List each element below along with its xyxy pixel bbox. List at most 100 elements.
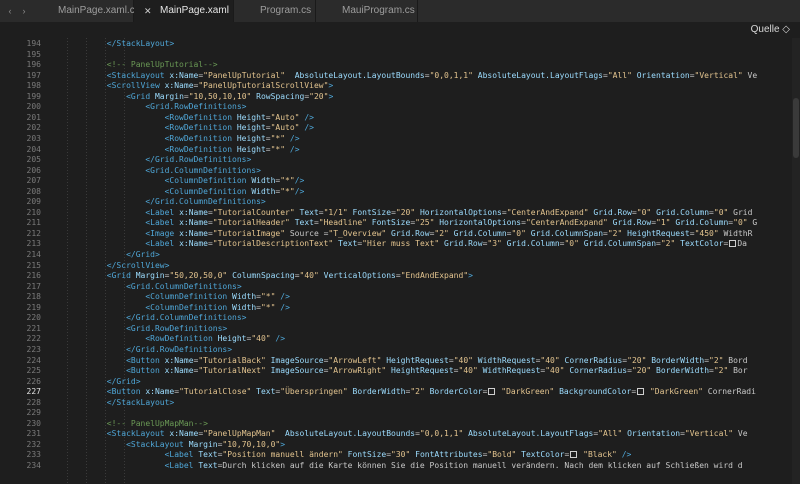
line-number: 232: [26, 439, 41, 449]
code-line[interactable]: <RowDefinition Height="Auto" />: [49, 123, 314, 134]
code-line[interactable]: <StackLayout x:Name="PanelUpMapMan" Abso…: [49, 429, 748, 440]
code-line[interactable]: <StackLayout Margin="10,70,10,0">: [49, 440, 285, 451]
line-number: 225: [26, 366, 41, 376]
code-line[interactable]: <Button x:Name="TutorialClose" Text="Übe…: [49, 387, 756, 398]
code-line[interactable]: <ColumnDefinition Width="*" />: [49, 292, 290, 303]
code-line[interactable]: <Grid Margin="50,20,50,0" ColumnSpacing=…: [49, 271, 473, 282]
chevron-left-icon[interactable]: ‹: [4, 0, 16, 22]
code-line[interactable]: <Grid Margin="10,50,10,10" RowSpacing="2…: [49, 92, 333, 103]
line-number: 208: [26, 186, 41, 196]
editor-tab-bar: ‹ › MainPage.xaml.cs ✕ MainPage.xaml Pro…: [0, 0, 800, 23]
code-line[interactable]: <!-- PanelUpMapMan-->: [49, 419, 208, 430]
code-line[interactable]: <Label x:Name="TutorialHeader" Text="Hea…: [49, 218, 757, 229]
code-line[interactable]: <RowDefinition Height="*" />: [49, 134, 300, 145]
line-number: 199: [26, 91, 41, 101]
code-line[interactable]: </Grid>: [49, 377, 141, 388]
line-number-gutter: 194 195 196 197 198 199 200 201 202 203 204 205 206 2…: [0, 38, 41, 484]
tab-label: MainPage.xaml.cs: [58, 5, 140, 16]
line-number: 220: [26, 313, 41, 323]
color-swatch: [488, 388, 496, 396]
line-number: 200: [26, 102, 41, 112]
line-number: 206: [26, 165, 41, 175]
tab-mainpage-xaml[interactable]: ✕ MainPage.xaml: [134, 0, 234, 22]
line-number: 219: [26, 302, 41, 312]
line-number: 194: [26, 39, 41, 48]
code-editor[interactable]: 194 195 196 197 198 199 200 201 202 203 204 205 206 2…: [0, 38, 800, 484]
line-number: 217: [26, 281, 41, 291]
tab-program-cs[interactable]: Program.cs: [234, 0, 316, 22]
code-line[interactable]: <Label Text="Position manuell ändern" Fo…: [49, 450, 632, 461]
line-number: 230: [26, 418, 41, 428]
code-line[interactable]: </Grid.ColumnDefinitions>: [49, 197, 265, 208]
close-icon[interactable]: ✕: [144, 0, 152, 22]
code-line[interactable]: <Grid.RowDefinitions>: [49, 102, 246, 113]
code-line[interactable]: <Button x:Name="TutorialBack" ImageSourc…: [49, 356, 748, 367]
line-number: 212: [26, 228, 41, 238]
color-swatch: [570, 451, 578, 459]
code-line[interactable]: <RowDefinition Height="*" />: [49, 145, 300, 156]
source-dropdown[interactable]: Quelle ◇: [751, 24, 790, 35]
line-number: 221: [26, 323, 41, 333]
code-line[interactable]: </ScrollView>: [49, 261, 170, 272]
line-number: 227: [26, 387, 41, 397]
line-number: 228: [26, 397, 41, 407]
code-line[interactable]: </Grid.RowDefinitions>: [49, 345, 232, 356]
line-number: 201: [26, 112, 41, 122]
code-line[interactable]: <Grid.ColumnDefinitions>: [49, 166, 261, 177]
line-number: 207: [26, 176, 41, 186]
code-line[interactable]: <Image x:Name="TutorialImage" Source ="T…: [49, 229, 752, 240]
scrollbar-thumb[interactable]: [793, 98, 799, 158]
code-line[interactable]: </StackLayout>: [49, 398, 174, 409]
code-line[interactable]: </Grid.RowDefinitions>: [49, 155, 251, 166]
tab-mauiprogram-cs[interactable]: MauiProgram.cs: [316, 0, 418, 22]
line-number: 233: [26, 450, 41, 460]
line-number: 213: [26, 239, 41, 249]
color-swatch: [637, 388, 645, 396]
code-line[interactable]: </Grid.ColumnDefinitions>: [49, 313, 246, 324]
code-line[interactable]: <Grid.ColumnDefinitions>: [49, 282, 242, 293]
code-line[interactable]: <RowDefinition Height="Auto" />: [49, 113, 314, 124]
code-line[interactable]: <Label x:Name="TutorialDescriptionText" …: [49, 239, 747, 250]
line-number: 224: [26, 355, 41, 365]
line-number: 196: [26, 60, 41, 70]
line-number: 214: [26, 250, 41, 259]
tab-label: MainPage.xaml: [160, 5, 229, 16]
line-number: 216: [26, 271, 41, 281]
code-line[interactable]: <ColumnDefinition Width="*"/>: [49, 187, 305, 198]
code-line[interactable]: <ColumnDefinition Width="*" />: [49, 303, 290, 314]
chevron-right-icon[interactable]: ›: [18, 0, 30, 22]
line-number: 215: [26, 260, 41, 270]
line-number: 210: [26, 207, 41, 217]
line-number: 231: [26, 429, 41, 439]
line-number: 222: [26, 334, 41, 344]
code-line[interactable]: <ScrollView x:Name="PanelUpTutorialScrol…: [49, 81, 333, 92]
line-number: 211: [26, 218, 41, 228]
code-line[interactable]: <Label x:Name="TutorialCounter" Text="1/…: [49, 208, 752, 219]
line-number: 209: [26, 197, 41, 207]
color-swatch: [729, 240, 737, 248]
path-bar: Quelle ◇: [0, 22, 800, 38]
tab-label: Program.cs: [260, 5, 312, 16]
line-number: 218: [26, 292, 41, 302]
code-line[interactable]: <!-- PanelUpTutorial-->: [49, 60, 218, 71]
line-number: 234: [26, 461, 41, 470]
tab-label: MauiProgram.cs: [342, 5, 415, 16]
code-line[interactable]: </Grid>: [49, 250, 160, 261]
line-number: 229: [26, 408, 41, 418]
code-line[interactable]: <Label Text=Durch klicken auf die Karte …: [49, 461, 743, 472]
code-line[interactable]: </StackLayout>: [49, 39, 174, 50]
code-line[interactable]: <ColumnDefinition Width="*"/>: [49, 176, 305, 187]
line-number: 204: [26, 144, 41, 154]
code-line[interactable]: <Button x:Name="TutorialNext" ImageSourc…: [49, 366, 748, 377]
line-number: 203: [26, 133, 41, 143]
line-number: 226: [26, 376, 41, 386]
code-line[interactable]: <StackLayout x:Name="PanelUpTutorial" Ab…: [49, 71, 757, 82]
line-number: 223: [26, 344, 41, 354]
tab-mainpage-xaml-cs[interactable]: MainPage.xaml.cs: [32, 0, 140, 22]
code-line[interactable]: <RowDefinition Height="40" />: [49, 334, 285, 345]
code-line[interactable]: <Grid.RowDefinitions>: [49, 324, 227, 335]
line-number: 197: [26, 70, 41, 80]
line-number: 195: [26, 49, 41, 59]
line-number: 205: [26, 155, 41, 165]
vertical-scrollbar[interactable]: [792, 38, 800, 484]
